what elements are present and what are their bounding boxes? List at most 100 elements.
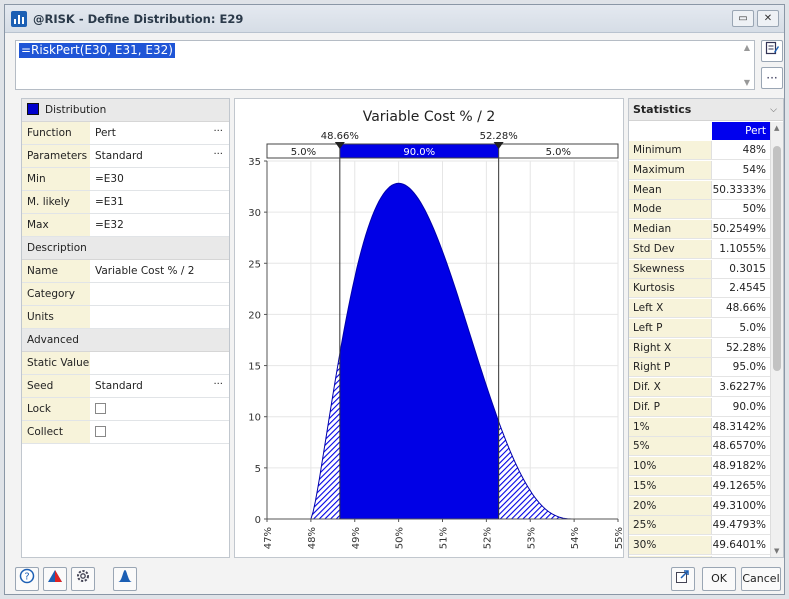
property-row-seed[interactable]: Seed Standard ··· bbox=[22, 375, 229, 398]
distribution-graph-icon bbox=[48, 570, 62, 582]
formula-editor[interactable]: =RiskPert(E30, E31, E32) ▲ ▼ bbox=[15, 40, 755, 90]
band-middle-label: 90.0% bbox=[403, 147, 435, 158]
y-tick-label: 10 bbox=[248, 413, 261, 424]
ok-button[interactable]: OK bbox=[702, 567, 736, 591]
description-header: Description bbox=[22, 237, 229, 260]
seed-more-button[interactable]: ··· bbox=[213, 375, 223, 395]
stats-key: Right X bbox=[629, 338, 712, 357]
property-key: Function bbox=[22, 122, 90, 144]
stats-key: 20% bbox=[629, 496, 712, 515]
restore-button[interactable]: ▭ bbox=[732, 10, 754, 27]
title-bar: @RISK - Define Distribution: E29 ▭ ✕ bbox=[5, 5, 784, 33]
more-options-button[interactable]: ··· bbox=[761, 67, 783, 89]
scroll-down-icon[interactable]: ▼ bbox=[744, 78, 750, 87]
fit-distribution-button[interactable] bbox=[113, 567, 137, 591]
distribution-color-swatch[interactable] bbox=[27, 103, 39, 115]
stats-value: 49.6401% bbox=[712, 539, 766, 551]
scroll-up-icon[interactable]: ▲ bbox=[744, 43, 750, 52]
property-row-category[interactable]: Category bbox=[22, 283, 229, 306]
name-value[interactable]: Variable Cost % / 2 bbox=[91, 260, 229, 282]
property-row-function[interactable]: Function Pert ··· bbox=[22, 122, 229, 145]
edit-formula-button[interactable] bbox=[761, 40, 783, 62]
stats-key: Right P bbox=[629, 358, 712, 377]
category-value[interactable] bbox=[91, 283, 229, 305]
property-value[interactable]: Pert bbox=[91, 122, 229, 144]
stats-key: Left P bbox=[629, 318, 712, 337]
close-button[interactable]: ✕ bbox=[757, 10, 779, 27]
distribution-header: Distribution bbox=[22, 99, 229, 122]
right-marker-label: 52.28% bbox=[480, 131, 518, 142]
settings-button[interactable] bbox=[71, 567, 95, 591]
stats-row: Median 50.2549% bbox=[629, 220, 770, 239]
property-key: Collect bbox=[22, 421, 90, 443]
parameters-more-button[interactable]: ··· bbox=[213, 145, 223, 165]
stats-value: 48.6570% bbox=[712, 440, 766, 453]
units-value[interactable] bbox=[91, 306, 229, 328]
property-value[interactable]: Standard bbox=[91, 145, 229, 167]
stats-value: 49.1265% bbox=[712, 479, 766, 492]
property-key: Parameters bbox=[22, 145, 90, 167]
stats-row: Dif. X 3.6227% bbox=[629, 378, 770, 397]
min-value[interactable]: =E30 bbox=[91, 168, 229, 190]
property-key: Min bbox=[22, 168, 90, 190]
stats-scroll-thumb[interactable] bbox=[773, 146, 781, 371]
help-button[interactable]: ? bbox=[15, 567, 39, 591]
mlikely-value[interactable]: =E31 bbox=[91, 191, 229, 213]
lock-checkbox[interactable] bbox=[95, 403, 106, 414]
formula-text[interactable]: =RiskPert(E30, E31, E32) bbox=[19, 43, 175, 58]
static-value[interactable] bbox=[91, 352, 229, 374]
cancel-button[interactable]: Cancel bbox=[741, 567, 781, 591]
stats-scrollbar[interactable]: ▲ ▼ bbox=[770, 122, 783, 557]
stats-value: 49.3100% bbox=[712, 499, 766, 512]
property-row-min[interactable]: Min =E30 bbox=[22, 168, 229, 191]
property-row-collect[interactable]: Collect bbox=[22, 421, 229, 444]
stats-row: 5% 48.6570% bbox=[629, 437, 770, 457]
max-value[interactable]: =E32 bbox=[91, 214, 229, 236]
stats-value: 54% bbox=[742, 163, 766, 176]
property-row-name[interactable]: Name Variable Cost % / 2 bbox=[22, 260, 229, 283]
property-row-parameters[interactable]: Parameters Standard ··· bbox=[22, 145, 229, 168]
y-tick-label: 15 bbox=[248, 362, 261, 373]
x-tick-label: 54% bbox=[570, 527, 581, 549]
x-tick-label: 49% bbox=[351, 527, 362, 549]
y-tick-label: 35 bbox=[248, 157, 261, 168]
property-row-static-value[interactable]: Static Value bbox=[22, 352, 229, 375]
stats-row: Dif. P 90.0% bbox=[629, 397, 770, 417]
stats-key: Maximum bbox=[629, 160, 712, 179]
property-row-mlikely[interactable]: M. likely =E31 bbox=[22, 191, 229, 214]
stats-row: Right P 95.0% bbox=[629, 358, 770, 378]
chevron-down-icon[interactable]: ⌵ bbox=[770, 99, 777, 121]
stats-value: 48.66% bbox=[725, 302, 766, 314]
property-row-max[interactable]: Max =E32 bbox=[22, 214, 229, 237]
graph-options-button[interactable] bbox=[43, 567, 67, 591]
stats-key: Minimum bbox=[629, 141, 712, 159]
property-row-lock[interactable]: Lock bbox=[22, 398, 229, 421]
scroll-up-icon[interactable]: ▲ bbox=[774, 124, 779, 132]
y-tick-label: 25 bbox=[248, 259, 261, 270]
stats-value: 50.2549% bbox=[712, 223, 766, 235]
define-distribution-window: @RISK - Define Distribution: E29 ▭ ✕ =Ri… bbox=[4, 4, 785, 595]
export-button[interactable] bbox=[671, 567, 695, 591]
x-tick-label: 53% bbox=[526, 527, 537, 549]
stats-row: Mode 50% bbox=[629, 200, 770, 220]
stats-key: Median bbox=[629, 220, 712, 238]
stats-key: 5% bbox=[629, 437, 712, 456]
stats-row: 1% 48.3142% bbox=[629, 417, 770, 437]
svg-text:?: ? bbox=[24, 572, 29, 583]
stats-key: Left X bbox=[629, 299, 712, 317]
seed-value[interactable]: Standard bbox=[91, 375, 229, 397]
stats-row: 35%49.7958% bbox=[629, 555, 770, 557]
collect-checkbox[interactable] bbox=[95, 426, 106, 437]
stats-value: 95.0% bbox=[732, 361, 766, 374]
property-row-units[interactable]: Units bbox=[22, 306, 229, 329]
function-more-button[interactable]: ··· bbox=[213, 122, 223, 142]
stats-key: Mode bbox=[629, 200, 712, 219]
stats-key: 15% bbox=[629, 476, 712, 495]
stats-row: Minimum 48% bbox=[629, 141, 770, 160]
export-icon bbox=[676, 570, 689, 583]
property-key: Units bbox=[22, 306, 90, 328]
left-marker-label: 48.66% bbox=[321, 131, 359, 142]
stats-value: 48% bbox=[742, 144, 766, 156]
scroll-down-icon[interactable]: ▼ bbox=[774, 547, 779, 555]
distribution-chart[interactable]: 0 5 10 15 20 25 30 35 47% 48% 49% 50% 51% 52% 53% 54% 55… bbox=[234, 98, 625, 558]
